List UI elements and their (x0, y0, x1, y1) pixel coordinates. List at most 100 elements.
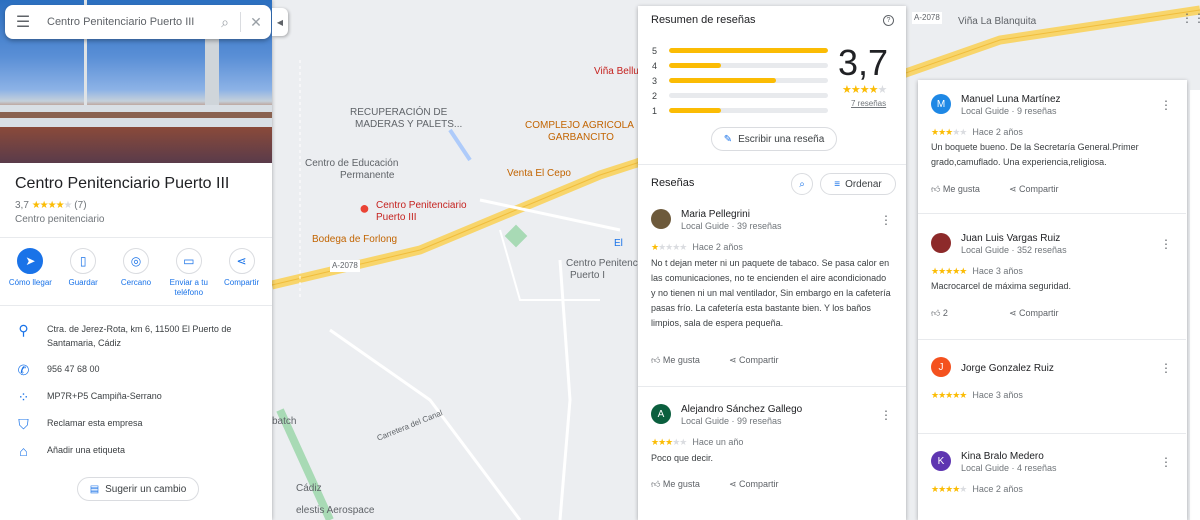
phone-icon: ✆ (17, 362, 30, 378)
map-road-shield: A-2078 (330, 260, 360, 272)
more-options-icon[interactable]: ⋮ (1160, 237, 1172, 251)
reviewer-name[interactable]: Jorge Gonzalez Ruiz (961, 363, 1054, 374)
collapse-panel-button[interactable]: ◀ (272, 8, 288, 36)
review-count-link[interactable]: 7 reseñas (851, 99, 886, 108)
review-text: No t dejan meter ni un paquete de tabaco… (651, 258, 891, 328)
rating-bar-star: 1 (652, 105, 658, 116)
like-button[interactable]: 👍︎ Me gusta (931, 184, 980, 195)
nearby-button[interactable]: ◎ Cercano (110, 248, 162, 298)
place-panel: ☰ Centro Penitenciario Puerto III ⌕ ✕ Ce… (0, 0, 272, 520)
avatar[interactable] (651, 209, 671, 229)
search-reviews-button[interactable]: ⌕ (791, 173, 813, 195)
share-review-button[interactable]: ⋖ Compartir (1009, 308, 1059, 319)
add-label-row[interactable]: ⌂ Añadir una etiqueta (0, 443, 272, 459)
rating-bar-star: 5 (652, 45, 658, 56)
directions-button[interactable]: ➤ Cómo llegar (4, 248, 56, 298)
reviews-panel: Resumen de reseñas ? 5 4 3 2 1 3,7 ★★★★★ 7 r… (638, 6, 906, 520)
like-button[interactable]: 👍︎ Me gusta (651, 479, 700, 490)
like-button[interactable]: 👍︎ Me gusta (651, 355, 700, 366)
like-button[interactable]: 👍︎ 2 (931, 308, 948, 319)
review-stars: ★★★★★ Hace 3 años (931, 390, 1023, 400)
place-rating[interactable]: 3,7 ★★★★★ (7) (15, 200, 87, 211)
more-options-icon[interactable]: ⋮ (1160, 455, 1172, 469)
map-label-vina: Viña Belluc (594, 66, 644, 77)
review-stars: ★★★★★ Hace 2 años (931, 127, 1023, 137)
reviews-title: Reseñas (651, 177, 695, 189)
close-icon[interactable]: ✕ (241, 14, 271, 31)
share-review-button[interactable]: ⋖ Compartir (1009, 184, 1059, 195)
send-to-phone-button[interactable]: ▭ Enviar a tu teléfono (163, 248, 215, 298)
reviewer-name[interactable]: Maria Pellegrini (681, 209, 750, 220)
reviewer-name[interactable]: Manuel Luna Martínez (961, 94, 1061, 105)
search-icon[interactable]: ⌕ (210, 14, 240, 31)
more-options-icon[interactable]: ⋮ (880, 408, 892, 422)
avatar[interactable]: J (931, 357, 951, 377)
help-icon[interactable]: ? (883, 15, 894, 26)
place-review-count[interactable]: (7) (74, 200, 86, 211)
suggest-edit-button[interactable]: ▤ Sugerir un cambio (77, 477, 199, 501)
sort-button[interactable]: ≡ Ordenar (820, 173, 896, 195)
share-icon: ⋖ (228, 248, 255, 274)
directions-icon: ➤ (17, 248, 44, 274)
avatar[interactable] (931, 233, 951, 253)
reviewer-name[interactable]: Juan Luis Vargas Ruiz (961, 233, 1060, 244)
plus-code-text: MP7R+P5 Campiña-Serrano (47, 391, 162, 401)
search-input[interactable]: Centro Penitenciario Puerto III (41, 16, 210, 28)
map-label-vina-2: Viña La Blanquita (958, 16, 1037, 27)
directions-label: Cómo llegar (8, 278, 52, 287)
map-label-complejo: COMPLEJO AGRICOLA (525, 120, 634, 131)
divider (638, 164, 906, 165)
nearby-icon: ◎ (122, 248, 149, 274)
reviewer-name[interactable]: Alejandro Sánchez Gallego (681, 404, 802, 415)
write-review-button[interactable]: ✎ Escribir una reseña (711, 127, 837, 151)
place-rating-stars: ★★★★★ (31, 200, 73, 211)
suggest-edit-label: Sugerir un cambio (105, 483, 187, 495)
rating-bar-fill (669, 78, 776, 83)
reviewer-meta: Local Guide · 9 reseñas (961, 106, 1057, 116)
share-icon: ⋖ (1009, 184, 1020, 194)
more-options-icon[interactable]: ⋮ (1160, 98, 1172, 112)
menu-icon[interactable]: ☰ (5, 12, 41, 32)
rating-bar-row[interactable]: 4 (652, 58, 828, 73)
phone-row[interactable]: ✆ 956 47 68 00 (0, 362, 272, 379)
rating-bar-row[interactable]: 3 (652, 73, 828, 88)
save-label: Guardar (68, 278, 98, 287)
reviews-list-continued: M Manuel Luna Martínez Local Guide · 9 r… (918, 80, 1187, 520)
review-date: Hace 2 años (692, 242, 743, 252)
map-label-puerto1-2: Puerto I (570, 270, 606, 281)
map-label-bodega: Bodega de Forlong (312, 234, 398, 245)
share-label: Compartir (739, 355, 779, 365)
avatar-initial: K (937, 455, 945, 467)
plus-code-row[interactable]: ⁘ MP7R+P5 Campiña-Serrano (0, 389, 272, 406)
share-label: Compartir (224, 278, 260, 287)
address-row[interactable]: ⚲ Ctra. de Jerez-Rota, km 6, 11500 El Pu… (0, 322, 272, 350)
avatar[interactable]: K (931, 451, 951, 471)
map-label-el: El (614, 238, 623, 249)
thumbs-up-icon: 👍︎ (931, 308, 943, 318)
rating-bar-track (669, 78, 828, 83)
more-options-icon[interactable]: ⋮ (1160, 361, 1172, 375)
avatar[interactable]: A (651, 404, 671, 424)
search-box[interactable]: ☰ Centro Penitenciario Puerto III ⌕ ✕ (5, 5, 271, 39)
rating-bar-row[interactable]: 2 (652, 88, 828, 103)
apps-grid-icon[interactable]: ⋮⋮ (1181, 11, 1200, 25)
review-stars: ★★★★★ Hace 2 años (651, 242, 743, 252)
share-button[interactable]: ⋖ Compartir (216, 248, 268, 298)
save-button[interactable]: ▯ Guardar (57, 248, 109, 298)
bookmark-icon: ▯ (70, 248, 97, 274)
share-label: Compartir (1019, 184, 1059, 194)
place-category[interactable]: Centro penitenciario (15, 214, 105, 225)
reviewer-name[interactable]: Kina Bralo Medero (961, 451, 1044, 462)
share-review-button[interactable]: ⋖ Compartir (729, 355, 779, 366)
write-review-label: Escribir una reseña (738, 133, 825, 145)
rating-bar-row[interactable]: 1 (652, 103, 828, 118)
rating-bar-track (669, 93, 828, 98)
avatar[interactable]: M (931, 94, 951, 114)
phone-text: 956 47 68 00 (47, 364, 100, 374)
more-options-icon[interactable]: ⋮ (880, 213, 892, 227)
divider (918, 433, 1186, 434)
place-pin-icon[interactable]: ● (359, 198, 370, 219)
claim-business-row[interactable]: ⛉ Reclamar esta empresa (0, 416, 272, 433)
rating-bar-row[interactable]: 5 (652, 43, 828, 58)
share-review-button[interactable]: ⋖ Compartir (729, 479, 779, 490)
